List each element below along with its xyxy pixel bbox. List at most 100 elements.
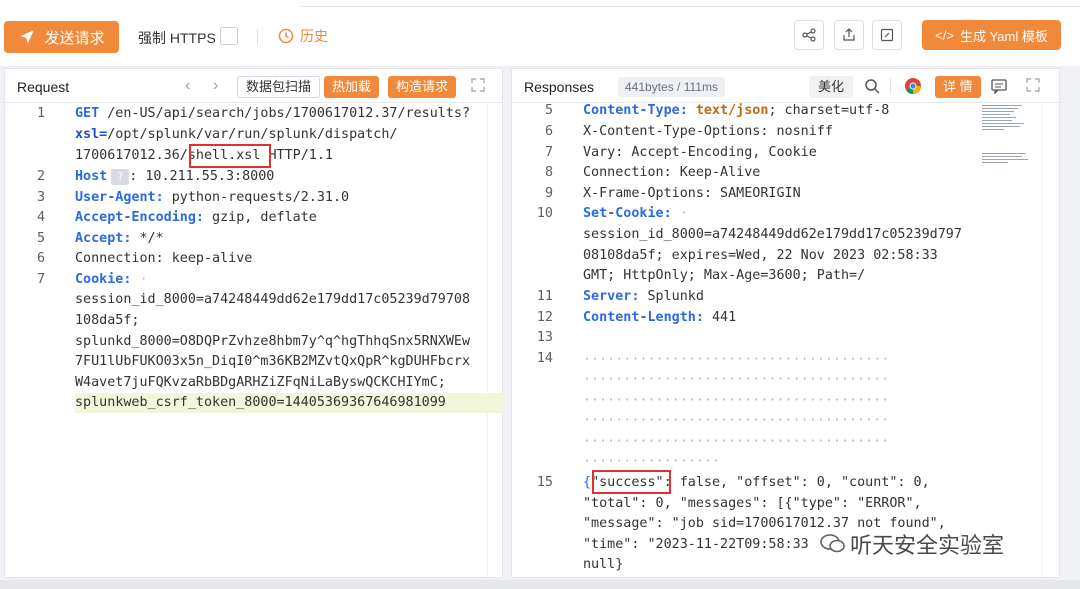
code-line: 7FU1lUbFUKO03x5n_DiqI0^m36KB2MZvtQxQpR^k… <box>75 354 471 369</box>
request-title: Request <box>17 79 70 95</box>
header-value: Splunkd <box>639 289 704 304</box>
code-line: 08108da5f; expires=Wed, 22 Nov 2023 02:5… <box>583 248 938 263</box>
whitespace-marker: ······································ <box>583 393 890 408</box>
code-line: User-Agent: python-requests/2.31.0 <box>75 190 349 205</box>
upload-icon <box>843 28 855 41</box>
request-editor[interactable]: 1 GET /en-US/api/search/jobs/1700617012.… <box>5 105 504 575</box>
history-button[interactable]: 历史 <box>278 26 328 46</box>
line-number: 7 <box>544 145 553 160</box>
detail-button[interactable]: 详 情 <box>935 76 981 98</box>
edit-icon <box>880 28 894 42</box>
code-line: X-Frame-Options: SAMEORIGIN <box>583 186 801 201</box>
header-key: Cookie: <box>75 272 132 287</box>
response-header: Responses 441bytes / 111ms 美化 详 情 <box>512 69 1059 103</box>
send-request-button[interactable]: 发送请求 <box>4 21 119 53</box>
code-line: splunkweb_csrf_token_8000=14405369367646… <box>75 395 446 410</box>
response-panel: Responses 441bytes / 111ms 美化 详 情 5 Cont… <box>511 68 1060 578</box>
code-line: null} <box>583 557 624 572</box>
response-title: Responses <box>524 79 595 95</box>
expand-icon[interactable] <box>471 78 485 92</box>
line-number: 4 <box>36 210 45 225</box>
whitespace-marker: ················· <box>583 454 721 469</box>
search-icon[interactable] <box>863 77 881 95</box>
export-button[interactable] <box>834 20 864 50</box>
force-https-label: 强制 HTTPS <box>138 30 216 46</box>
chrome-icon[interactable] <box>904 77 922 95</box>
query-param-value: /opt/splunk/var/run/splunk/dispatch/ <box>107 127 398 142</box>
header-key: Set-Cookie: <box>583 206 672 221</box>
line-number: 3 <box>36 190 45 205</box>
code-line: splunkd_8000=O8DQPrZvhze8hbm7y^q^hgThhqS… <box>75 334 471 349</box>
top-toolbar: 发送请求 强制 HTTPS 历史 </> 生成 Yaml 模板 <box>0 0 1080 66</box>
beautify-button[interactable]: 美化 <box>809 76 854 98</box>
divider <box>300 6 1080 7</box>
line-number: 15 <box>536 475 553 490</box>
generate-yaml-label: 生成 Yaml 模板 <box>959 28 1048 44</box>
edit-button[interactable] <box>872 20 902 50</box>
code-line: GMT; HttpOnly; Max-Age=3600; Path=/ <box>583 268 866 283</box>
request-panel: Request ‹ › 数据包扫描 热加载 构造请求 1 GET /en-US/… <box>4 68 503 578</box>
code-line: "time": "2023-11-22T09:58:33 <box>583 537 809 552</box>
divider <box>257 29 258 45</box>
code-line: Connection: Keep-Alive <box>583 165 761 180</box>
line-number: 2 <box>36 169 45 184</box>
highlight-box <box>189 144 271 168</box>
prev-arrow-icon[interactable]: ‹ <box>185 77 190 95</box>
force-https-checkbox[interactable] <box>220 27 238 45</box>
code-line: Cookie: · <box>75 272 148 287</box>
whitespace-marker: ······································ <box>583 372 890 387</box>
whitespace-marker: ······································ <box>583 413 890 428</box>
packet-scan-button[interactable]: 数据包扫描 <box>237 76 321 98</box>
code-line: Server: Splunkd <box>583 289 704 304</box>
code-line: Accept-Encoding: gzip, deflate <box>75 210 317 225</box>
content-type-value: text/json <box>687 103 769 118</box>
send-icon <box>20 30 35 44</box>
whitespace-marker: ······································ <box>583 434 890 449</box>
header-key: Content-Type: <box>583 103 688 118</box>
generate-yaml-button[interactable]: </> 生成 Yaml 模板 <box>922 20 1061 50</box>
line-number: 14 <box>536 351 553 366</box>
http-method: GET <box>75 106 100 121</box>
request-header: Request ‹ › 数据包扫描 热加载 构造请求 <box>5 69 502 103</box>
query-param-key: xsl= <box>75 127 108 142</box>
help-badge: ? <box>111 169 130 185</box>
share-button[interactable] <box>794 20 824 50</box>
history-label: 历史 <box>300 28 328 44</box>
code-icon: </> <box>935 27 954 43</box>
header-value: : 10.211.55.3:8000 <box>129 169 275 184</box>
construct-request-button[interactable]: 构造请求 <box>388 76 457 98</box>
wechat-icon <box>820 534 845 553</box>
code-line: GET /en-US/api/search/jobs/1700617012.37… <box>75 106 470 121</box>
request-path: /en-US/api/search/jobs/1700617012.37/res… <box>99 106 471 121</box>
code-line: session_id_8000=a74248449dd62e179dd17c05… <box>75 292 471 307</box>
http-version: HTTP/1.1 <box>260 148 333 163</box>
horizontal-scrollbar[interactable] <box>0 580 1080 589</box>
response-viewer[interactable]: 5 Content-Type: text/json; charset=utf-8… <box>512 103 1042 575</box>
line-number: 7 <box>36 272 45 287</box>
line-number: 5 <box>36 231 45 246</box>
code-line: Content-Length: 441 <box>583 310 736 325</box>
watermark-text: 听天安全实验室 <box>850 533 1005 558</box>
line-number: 6 <box>36 251 45 266</box>
code-line: xsl=/opt/splunk/var/run/splunk/dispatch/ <box>75 127 397 142</box>
header-value: · <box>671 206 688 221</box>
hot-load-button[interactable]: 热加载 <box>324 76 380 98</box>
line-number: 5 <box>544 103 553 118</box>
code-line: Set-Cookie: · <box>583 206 688 221</box>
watermark: 听天安全实验室 <box>820 528 1004 560</box>
expand-icon[interactable] <box>1026 78 1040 92</box>
next-arrow-icon[interactable]: › <box>213 77 218 95</box>
divider <box>890 78 891 94</box>
comment-icon[interactable] <box>990 77 1008 95</box>
line-number: 13 <box>536 330 553 345</box>
code-line: Host?: 10.211.55.3:8000 <box>75 169 274 185</box>
line-number: 6 <box>544 124 553 139</box>
clock-icon <box>278 28 294 44</box>
json-text: : false, "offset": 0, "count": 0, <box>663 475 930 490</box>
highlight-box <box>592 470 671 494</box>
code-line: session_id_8000=a74248449dd62e179dd17c05… <box>583 227 962 242</box>
divider <box>1042 103 1043 577</box>
header-value: · <box>131 272 148 287</box>
header-value: */* <box>131 231 164 246</box>
header-key: Accept-Encoding: <box>75 210 204 225</box>
